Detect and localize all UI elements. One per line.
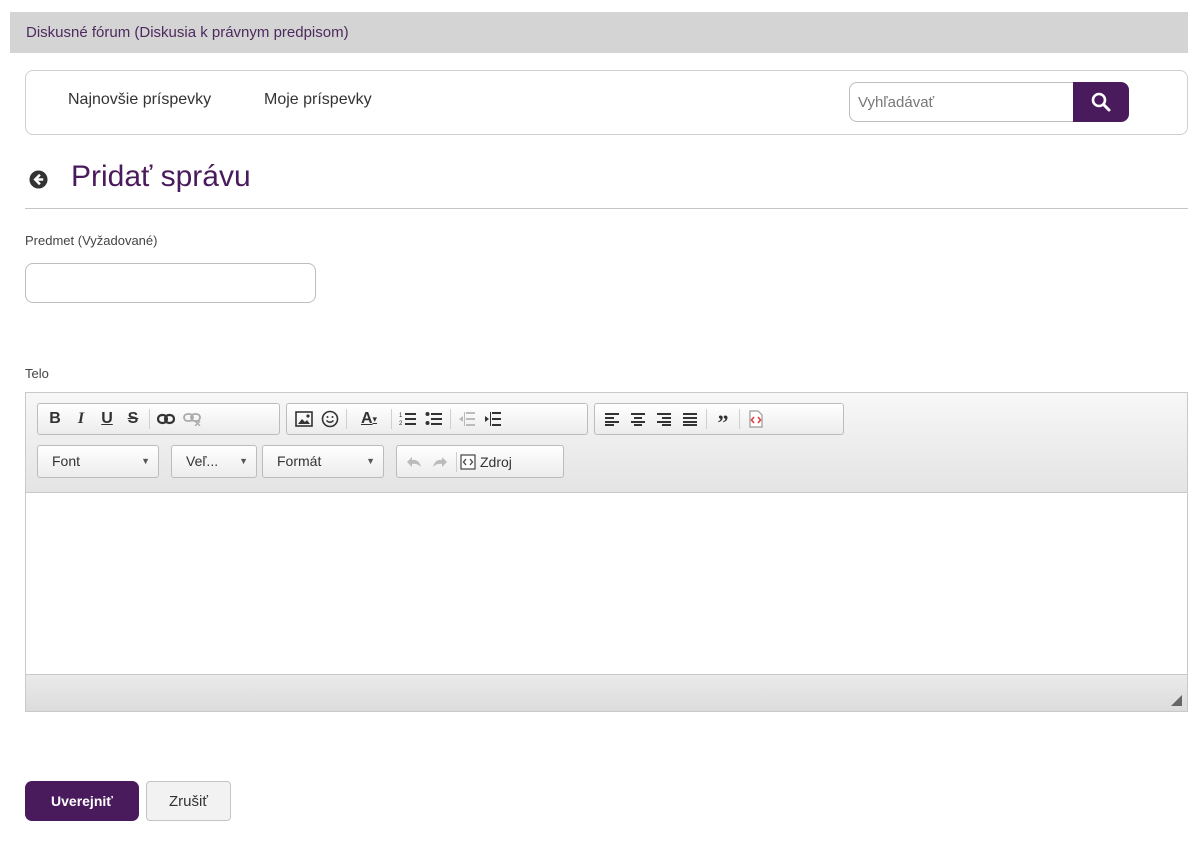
search-input[interactable] (849, 82, 1075, 122)
format-dropdown[interactable]: Formát ▼ (262, 445, 384, 478)
bold-icon[interactable]: B (43, 407, 67, 431)
text-color-icon[interactable]: A ▾ (351, 407, 387, 431)
toolbar-group-insert: A ▾ 12 (286, 403, 588, 435)
indent-icon[interactable] (481, 407, 505, 431)
back-arrow-icon[interactable] (29, 170, 48, 189)
page-header: Pridať správu (25, 160, 1188, 209)
align-justify-icon[interactable] (678, 407, 702, 431)
chevron-down-icon: ▼ (366, 456, 375, 466)
nav-link-recent-posts[interactable]: Najnovšie príspevky (68, 91, 211, 109)
toolbar-separator (739, 409, 740, 429)
search-icon (1091, 92, 1111, 112)
subject-input[interactable] (25, 263, 316, 303)
blockquote-icon[interactable]: ” (711, 407, 735, 435)
editor-content-area[interactable] (26, 493, 1187, 674)
nav-link-my-posts[interactable]: Moje príspevky (264, 91, 372, 109)
font-size-dropdown[interactable]: Veľ... ▼ (171, 445, 257, 478)
toolbar-separator (456, 451, 457, 472)
link-icon[interactable] (154, 407, 178, 431)
subject-label: Predmet (Vyžadované) (25, 233, 158, 248)
toolbar-group-history: Zdroj (396, 445, 564, 478)
source-code-icon[interactable] (744, 407, 768, 431)
font-family-label: Font (52, 453, 81, 469)
search-button[interactable] (1073, 82, 1129, 122)
toolbar-group-align: ” (594, 403, 844, 435)
redo-icon (428, 450, 452, 474)
svg-text:2: 2 (399, 421, 403, 427)
toolbar-group-basic: B I U S (37, 403, 280, 435)
toolbar-separator (391, 409, 392, 429)
forum-navbar: Najnovšie príspevky Moje príspevky (25, 70, 1188, 135)
cancel-button[interactable]: Zrušiť (146, 781, 231, 821)
body-label: Telo (25, 366, 49, 381)
toolbar-separator (346, 409, 347, 429)
outdent-icon (455, 407, 479, 431)
smiley-icon[interactable] (318, 407, 342, 431)
align-right-icon[interactable] (652, 407, 676, 431)
publish-button[interactable]: Uverejniť (25, 781, 139, 821)
source-label: Zdroj (480, 453, 512, 470)
chevron-down-icon: ▼ (141, 456, 150, 466)
toolbar-separator (450, 409, 451, 429)
page-title: Pridať správu (71, 160, 251, 193)
source-icon (460, 453, 476, 470)
align-left-icon[interactable] (600, 407, 624, 431)
font-family-dropdown[interactable]: Font ▼ (37, 445, 159, 478)
format-label: Formát (277, 453, 322, 469)
editor-statusbar (26, 674, 1187, 711)
source-button[interactable]: Zdroj (460, 454, 512, 470)
unlink-icon (180, 407, 204, 431)
rich-text-editor: B I U S A ▾ 12 ” Font ▼ Veľ... ▼ Formát … (25, 392, 1188, 712)
resize-handle-icon[interactable] (1171, 695, 1182, 706)
font-size-label: Veľ... (186, 453, 219, 469)
italic-icon[interactable]: I (69, 407, 93, 431)
underline-icon[interactable]: U (95, 407, 119, 431)
editor-toolbar: B I U S A ▾ 12 ” Font ▼ Veľ... ▼ Formát … (26, 393, 1187, 493)
align-center-icon[interactable] (626, 407, 650, 431)
strikethrough-icon[interactable]: S (121, 407, 145, 431)
undo-icon (402, 450, 426, 474)
bulleted-list-icon[interactable] (422, 407, 446, 431)
image-icon[interactable] (292, 407, 316, 431)
chevron-down-icon: ▼ (239, 456, 248, 466)
toolbar-separator (706, 409, 707, 429)
portlet-title: Diskusné fórum (Diskusia k právnym predp… (10, 12, 1188, 53)
svg-text:1: 1 (399, 413, 403, 419)
toolbar-separator (149, 409, 150, 429)
numbered-list-icon[interactable]: 12 (396, 407, 420, 431)
